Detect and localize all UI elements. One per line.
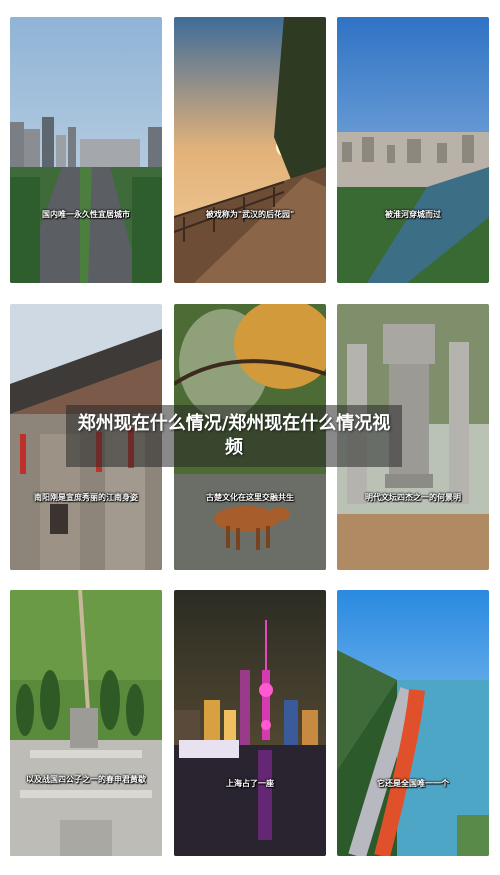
tile-caption: 被戏称为"武汉的后花园" [205,210,295,219]
lakeside-road-photo [337,590,489,856]
tile-caption: 以及战国四公子之一的春申君黄歇 [26,775,146,784]
tile-caption: 古楚文化在这里交融共生 [206,493,294,502]
boardwalk-sunset-photo [174,17,326,283]
photo-tile-night-skyline[interactable]: 上海占了一座 [174,590,326,856]
photo-tile-river-city[interactable]: 被淮河穿城而过 [337,17,489,283]
river-city-photo [337,17,489,283]
tile-caption: 南阳刚是宣庶秀丽的江南身姿 [34,493,138,502]
page-title: 郑州现在什么情况/郑州现在什么情况视频 [77,413,391,458]
photo-tile-city-avenue[interactable]: 国内唯一永久性宜居城市 [10,17,162,283]
title-banner: 郑州现在什么情况/郑州现在什么情况视频 [66,405,402,467]
photo-tile-lakeside-road[interactable]: 它还是全国唯一一个 [337,590,489,856]
photo-tile-memorial-tomb[interactable]: 以及战国四公子之一的春申君黄歇 [10,590,162,856]
memorial-tomb-photo [10,590,162,856]
night-skyline-photo [174,590,326,856]
tile-caption: 被淮河穿城而过 [385,210,441,219]
photo-tile-boardwalk-sunset[interactable]: 被戏称为"武汉的后花园" [174,17,326,283]
tile-caption: 上海占了一座 [226,779,274,788]
tile-caption: 明代文坛四杰之一的何景明 [365,493,461,502]
tile-caption: 国内唯一永久性宜居城市 [42,210,130,219]
city-avenue-photo [10,17,162,283]
tile-caption: 它还是全国唯一一个 [377,779,449,788]
